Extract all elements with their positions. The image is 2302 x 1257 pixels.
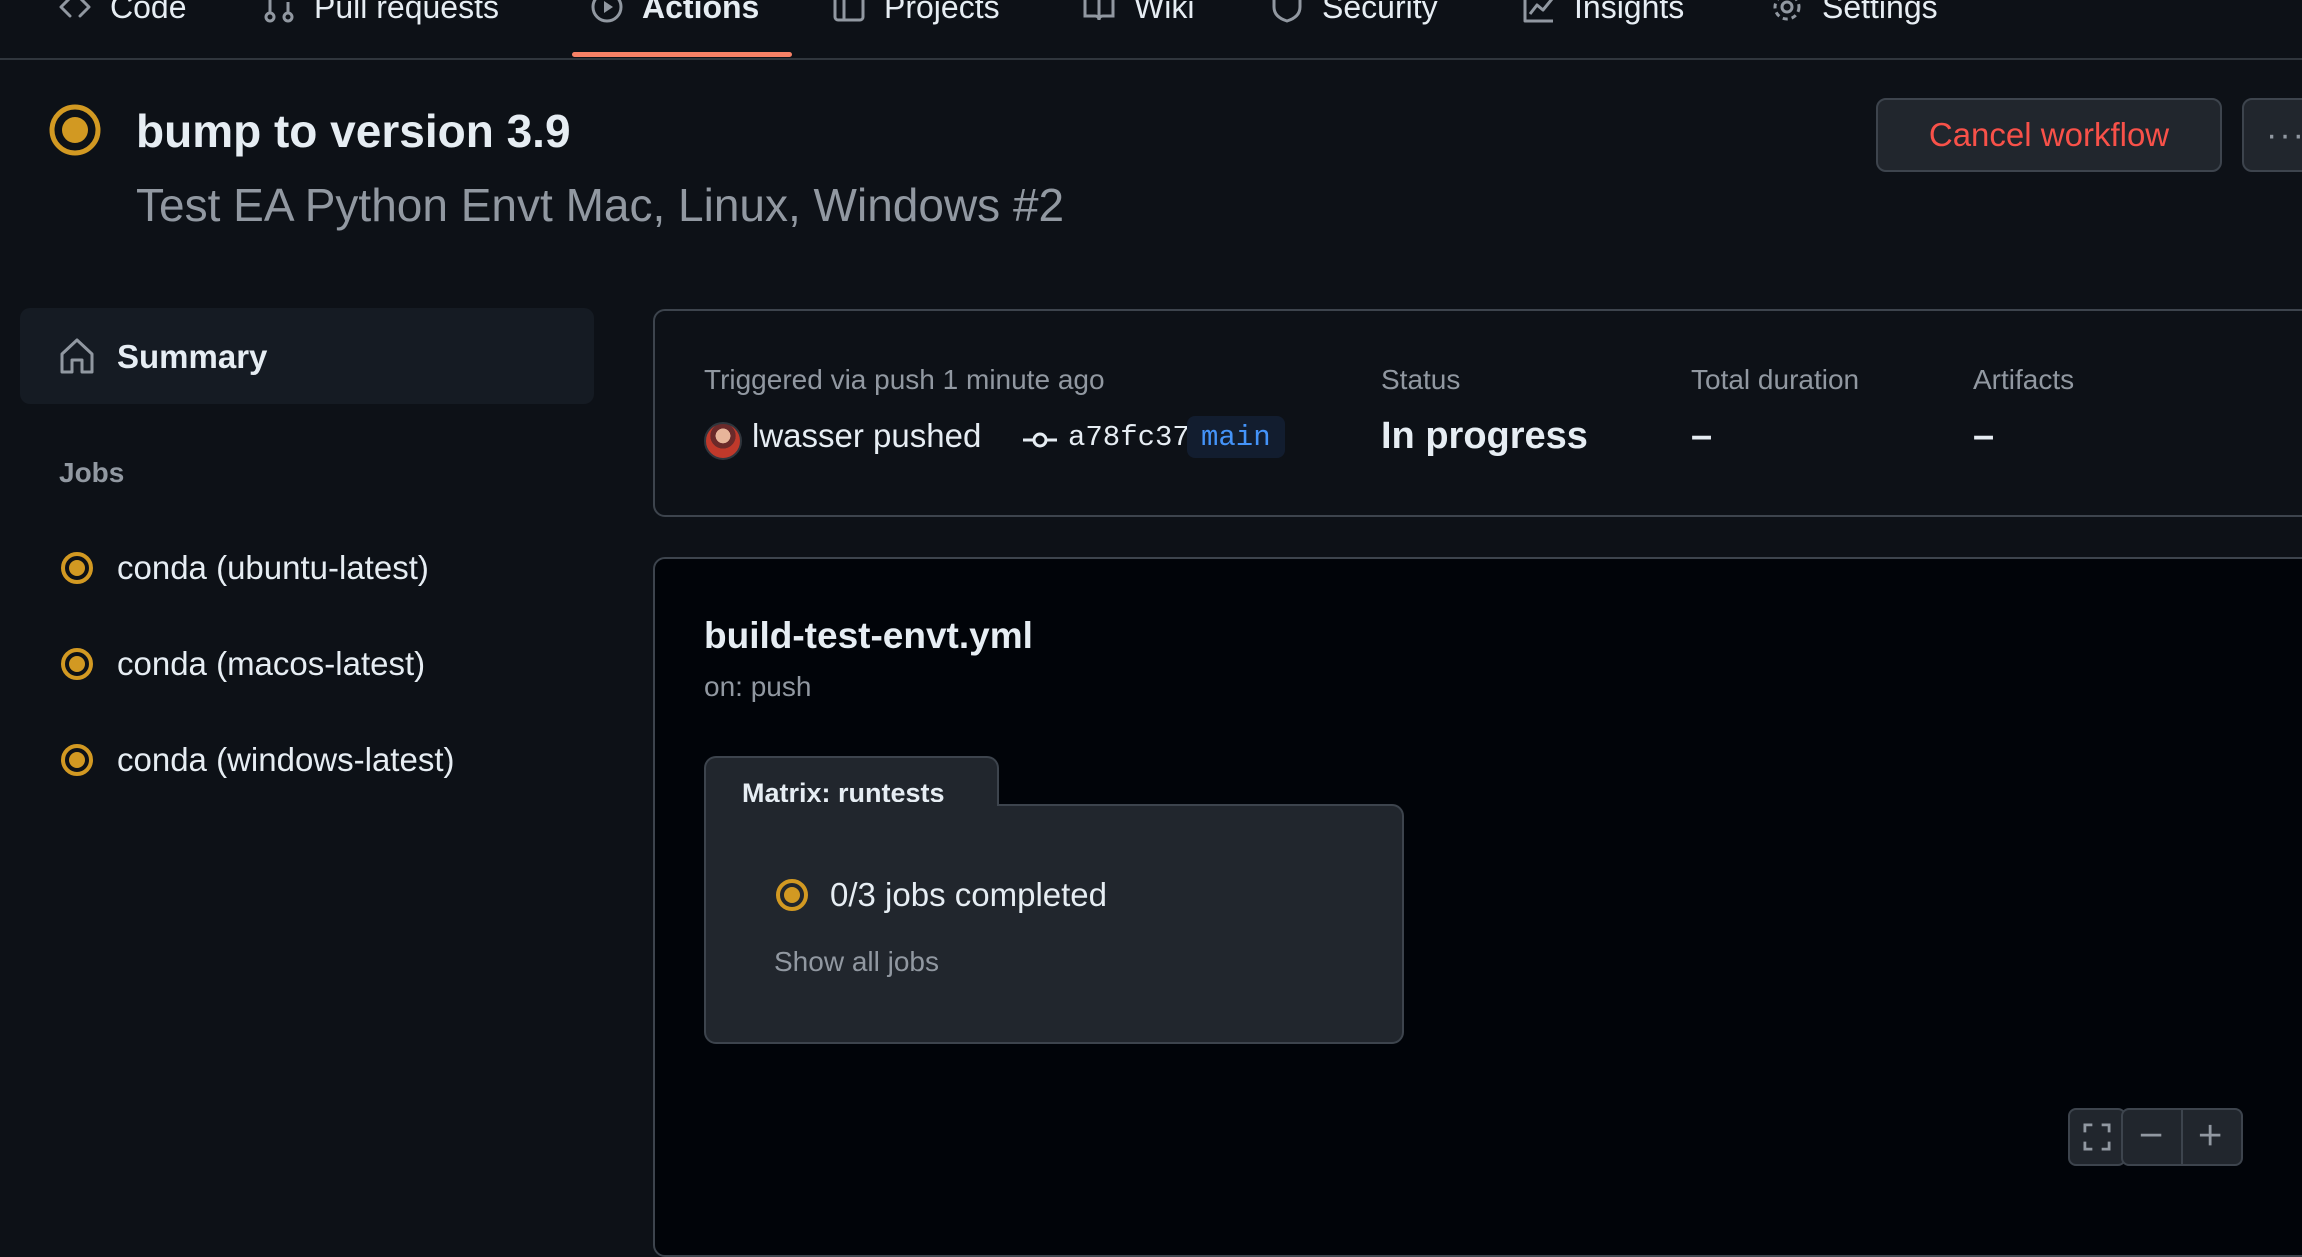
tab-security[interactable]: Security <box>1270 0 1438 36</box>
tab-code[interactable]: Code <box>58 0 187 36</box>
tab-actions[interactable]: Actions <box>590 0 759 36</box>
branch-label[interactable]: main <box>1187 416 1285 458</box>
sidebar-item-summary[interactable]: Summary <box>20 308 594 404</box>
tab-pull-requests-label: Pull requests <box>314 0 499 25</box>
tab-pull-requests[interactable]: Pull requests <box>262 0 499 36</box>
fullscreen-button[interactable] <box>2068 1108 2126 1166</box>
sidebar-job-ubuntu[interactable]: conda (ubuntu-latest) <box>59 543 429 593</box>
git-commit-icon <box>1023 432 1057 448</box>
matrix-status: 0/3 jobs completed <box>774 876 1107 914</box>
home-icon <box>60 338 94 374</box>
repo-nav: Code Pull requests Actions Projects Wiki… <box>0 0 2302 60</box>
in-progress-icon <box>61 648 93 680</box>
sidebar-job-windows[interactable]: conda (windows-latest) <box>59 735 454 785</box>
show-all-jobs-link[interactable]: Show all jobs <box>774 946 939 978</box>
tab-insights-label: Insights <box>1574 0 1685 25</box>
matrix-node[interactable]: 0/3 jobs completed Show all jobs <box>704 804 1404 1044</box>
gear-icon <box>1773 0 1801 21</box>
commit-sha-link[interactable]: a78fc37 <box>1068 421 1190 454</box>
sidebar-job-macos[interactable]: conda (macos-latest) <box>59 639 425 689</box>
tab-wiki-label: Wiki <box>1134 0 1195 25</box>
tab-settings-label: Settings <box>1822 0 1938 25</box>
duration-value: – <box>1691 415 1713 457</box>
tab-projects-label: Projects <box>884 0 1000 25</box>
git-pull-request-icon <box>264 0 294 23</box>
artifacts-value: – <box>1973 415 1995 457</box>
minus-icon <box>2140 1133 2162 1137</box>
fullscreen-icon <box>2083 1123 2111 1151</box>
workflow-graph: build-test-envt.yml on: push Matrix: run… <box>653 557 2302 1257</box>
table-icon <box>833 0 865 22</box>
workflow-file-name[interactable]: build-test-envt.yml <box>704 615 1033 657</box>
actor-pushed[interactable]: lwasser pushed <box>752 417 981 455</box>
play-icon <box>591 0 623 23</box>
sidebar-job-label: conda (macos-latest) <box>117 645 426 682</box>
run-title: bump to version 3.9 <box>136 105 571 157</box>
workflow-run-subtitle: Test EA Python Envt Mac, Linux, Windows … <box>136 179 1065 231</box>
tab-projects[interactable]: Projects <box>832 0 1000 36</box>
jobs-heading: Jobs <box>59 457 125 488</box>
status-caption: Status <box>1381 364 1461 395</box>
in-progress-icon <box>61 744 93 776</box>
book-icon <box>1083 0 1115 21</box>
plus-icon <box>2199 1124 2221 1146</box>
in-progress-icon <box>61 552 93 584</box>
tab-settings[interactable]: Settings <box>1770 0 1938 36</box>
code-icon <box>59 0 91 18</box>
artifacts-caption: Artifacts <box>1973 364 2075 395</box>
tab-actions-label: Actions <box>642 0 760 25</box>
run-summary-card: Triggered via push 1 minute ago lwasser … <box>653 309 2302 517</box>
graph-icon <box>1523 0 1554 23</box>
tab-wiki[interactable]: Wiki <box>1082 0 1194 36</box>
zoom-in-button[interactable] <box>2181 1108 2243 1166</box>
more-options-button[interactable]: ··· <box>2242 98 2302 172</box>
matrix-status-label: 0/3 jobs completed <box>830 876 1108 913</box>
workflow-trigger: on: push <box>704 671 812 702</box>
duration-caption: Total duration <box>1691 364 1860 395</box>
active-tab-indicator <box>572 52 792 57</box>
tab-insights[interactable]: Insights <box>1522 0 1684 36</box>
avatar[interactable] <box>704 422 742 460</box>
matrix-tab-join <box>706 802 997 810</box>
shield-icon <box>1272 0 1302 23</box>
sidebar-item-summary-label: Summary <box>117 338 268 375</box>
tab-security-label: Security <box>1322 0 1438 25</box>
sidebar-job-label: conda (ubuntu-latest) <box>117 549 429 586</box>
zoom-out-button[interactable] <box>2121 1108 2183 1166</box>
tab-code-label: Code <box>110 0 187 25</box>
sidebar-job-label: conda (windows-latest) <box>117 741 455 778</box>
cancel-workflow-button[interactable]: Cancel workflow <box>1876 98 2222 172</box>
in-progress-icon <box>49 104 101 156</box>
in-progress-icon <box>776 879 808 911</box>
status-value: In progress <box>1381 415 1588 457</box>
triggered-caption: Triggered via push 1 minute ago <box>704 364 1105 395</box>
